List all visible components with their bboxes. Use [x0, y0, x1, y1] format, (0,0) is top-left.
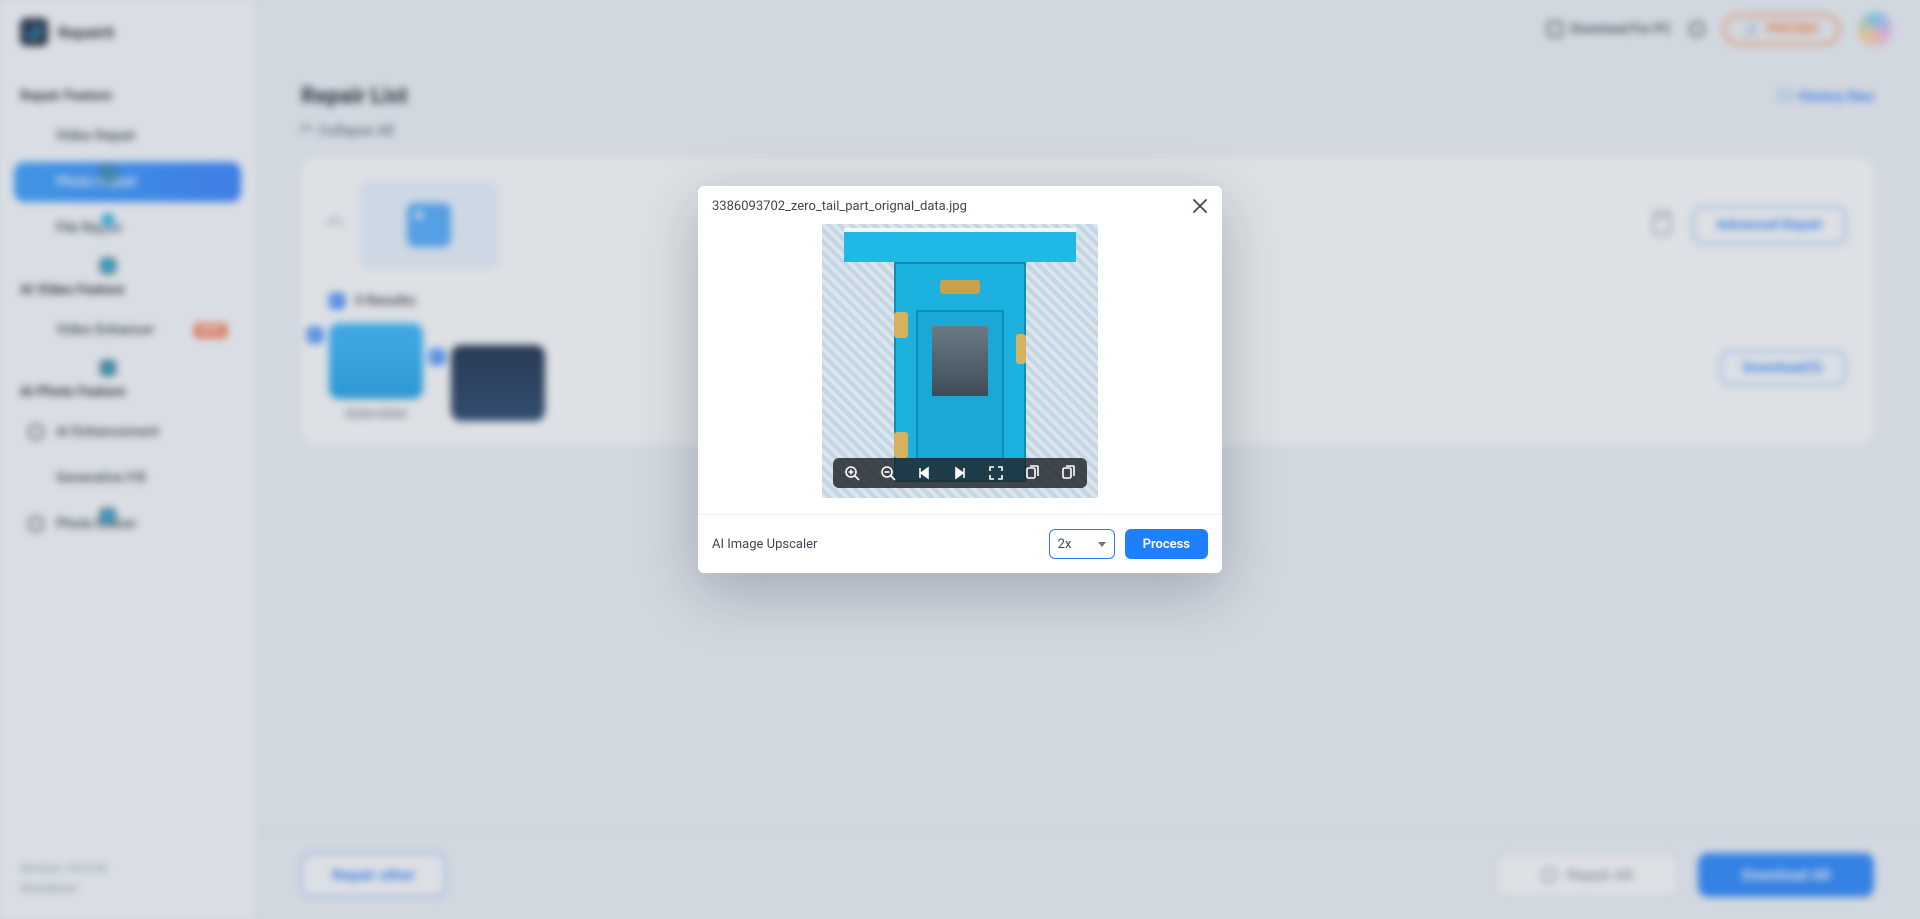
modal-header: 3386093702_zero_tail_part_orignal_data.j…: [698, 186, 1222, 224]
close-icon: [1193, 199, 1207, 213]
skip-previous-icon: [916, 465, 932, 481]
scale-select[interactable]: 2x: [1049, 529, 1115, 559]
chevron-down-icon: [1098, 542, 1106, 547]
next-button[interactable]: [951, 464, 969, 482]
modal-body: [698, 224, 1222, 498]
preview-wrap: [822, 224, 1098, 498]
close-button[interactable]: [1190, 196, 1210, 216]
modal-footer: AI Image Upscaler 2x Process: [698, 514, 1222, 573]
process-button[interactable]: Process: [1125, 529, 1208, 559]
fullscreen-icon: [988, 465, 1004, 481]
copy-icon: [1024, 465, 1040, 481]
zoom-out-icon: [880, 465, 896, 481]
zoom-in-icon: [844, 465, 860, 481]
preview-modal: 3386093702_zero_tail_part_orignal_data.j…: [698, 186, 1222, 573]
skip-next-icon: [952, 465, 968, 481]
zoom-in-button[interactable]: [843, 464, 861, 482]
copy-button[interactable]: [1023, 464, 1041, 482]
previous-button[interactable]: [915, 464, 933, 482]
modal-filename: 3386093702_zero_tail_part_orignal_data.j…: [712, 199, 967, 214]
upscaler-label: AI Image Upscaler: [712, 537, 817, 552]
zoom-out-button[interactable]: [879, 464, 897, 482]
scale-value: 2x: [1058, 537, 1072, 552]
modal-overlay[interactable]: 3386093702_zero_tail_part_orignal_data.j…: [0, 0, 1920, 919]
copy-icon: [1060, 465, 1076, 481]
fullscreen-button[interactable]: [987, 464, 1005, 482]
copy-button-2[interactable]: [1059, 464, 1077, 482]
preview-toolbar: [833, 458, 1087, 488]
preview-image[interactable]: [822, 224, 1098, 498]
